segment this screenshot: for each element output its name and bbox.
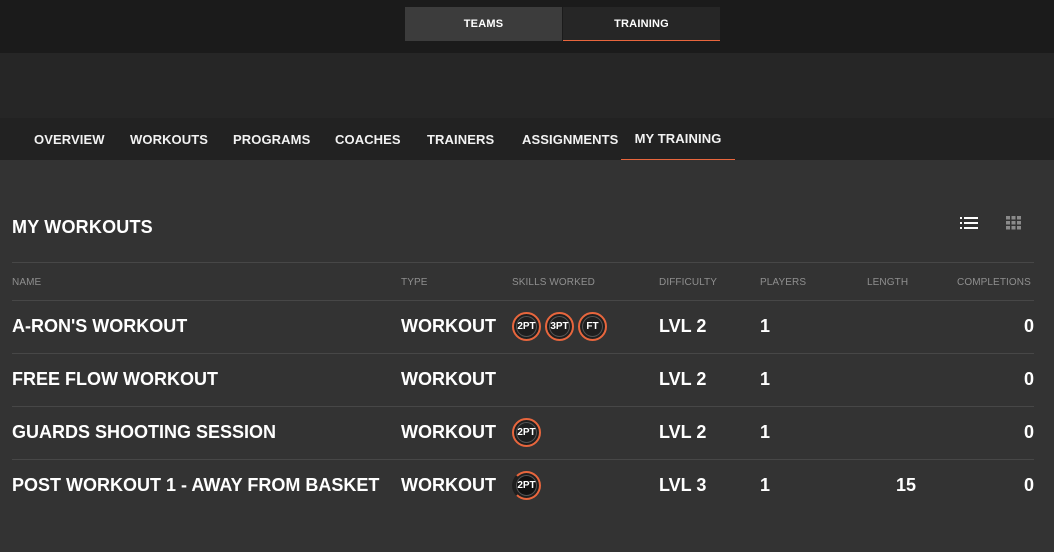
col-header-players: PLAYERS — [760, 277, 807, 288]
grid-view-button[interactable] — [1002, 212, 1024, 234]
workout-players: 1 — [760, 475, 771, 495]
workout-length — [860, 300, 916, 353]
workout-type: WORKOUT — [401, 316, 496, 336]
col-header-name: NAME — [12, 277, 42, 288]
tab-training[interactable]: TRAINING — [563, 7, 720, 41]
col-header-difficulty: DIFFICULTY — [659, 277, 718, 288]
skill-badge-3pt: 3PT — [545, 312, 574, 341]
workout-completions: 0 — [1023, 316, 1034, 336]
workout-completions: 0 — [1023, 475, 1034, 495]
workout-completions: 0 — [1023, 369, 1034, 389]
workout-players: 1 — [760, 316, 771, 336]
workout-length — [860, 406, 916, 459]
skills-worked: 2PT 3PT FT — [512, 300, 607, 353]
divider — [12, 262, 1034, 263]
subnav-my-training[interactable]: MY TRAINING — [621, 118, 735, 160]
skill-badge-2pt: 2PT — [512, 418, 541, 447]
subnav-programs[interactable]: PROGRAMS — [221, 118, 322, 160]
workout-type: WORKOUT — [401, 369, 496, 389]
table-row[interactable]: GUARDS SHOOTING SESSION WORKOUT 2PT LVL … — [0, 406, 1054, 459]
workout-difficulty: LVL 3 — [659, 475, 707, 495]
col-header-length: LENGTH — [867, 277, 909, 288]
workout-difficulty: LVL 2 — [659, 369, 707, 389]
subnav-coaches[interactable]: COACHES — [323, 118, 413, 160]
list-view-button[interactable] — [958, 212, 980, 234]
workout-name[interactable]: GUARDS SHOOTING SESSION — [12, 406, 276, 459]
col-header-skills: SKILLS WORKED — [512, 277, 595, 288]
top-bar: TEAMS TRAINING — [0, 0, 1054, 53]
skill-badge-2pt: 2PT — [512, 471, 541, 500]
workout-name[interactable]: A-RON'S WORKOUT — [12, 300, 187, 353]
workout-length — [860, 353, 916, 406]
skill-badge-ft: FT — [578, 312, 607, 341]
workout-players: 1 — [760, 369, 771, 389]
workout-completions: 0 — [1023, 422, 1034, 442]
table-row[interactable]: FREE FLOW WORKOUT WORKOUT LVL 2 1 0 — [0, 353, 1054, 406]
skill-badge-2pt: 2PT — [512, 312, 541, 341]
sub-navigation: OVERVIEW WORKOUTS PROGRAMS COACHES TRAIN… — [0, 118, 1054, 160]
page-title: MY WORKOUTS — [12, 217, 153, 237]
header-band — [0, 53, 1054, 118]
list-view-icon — [960, 217, 978, 229]
workout-name[interactable]: POST WORKOUT 1 - AWAY FROM BASKET — [12, 459, 379, 512]
workout-players: 1 — [760, 422, 771, 442]
workout-difficulty: LVL 2 — [659, 422, 707, 442]
subnav-overview[interactable]: OVERVIEW — [22, 118, 117, 160]
table-row[interactable]: POST WORKOUT 1 - AWAY FROM BASKET WORKOU… — [0, 459, 1054, 512]
table-row[interactable]: A-RON'S WORKOUT WORKOUT 2PT 3PT FT LVL 2… — [0, 300, 1054, 353]
workout-type: WORKOUT — [401, 422, 496, 442]
subnav-workouts[interactable]: WORKOUTS — [118, 118, 220, 160]
skills-worked: 2PT — [512, 406, 541, 459]
subnav-trainers[interactable]: TRAINERS — [415, 118, 506, 160]
subnav-assignments[interactable]: ASSIGNMENTS — [510, 118, 630, 160]
tab-teams[interactable]: TEAMS — [405, 7, 562, 41]
col-header-type: TYPE — [401, 277, 428, 288]
workout-difficulty: LVL 2 — [659, 316, 707, 336]
workout-length: 15 — [895, 475, 916, 495]
col-header-completions: COMPLETIONS — [957, 277, 1031, 288]
workout-name[interactable]: FREE FLOW WORKOUT — [12, 353, 218, 406]
workout-type: WORKOUT — [401, 475, 496, 495]
grid-view-icon — [1005, 216, 1021, 230]
skills-worked: 2PT — [512, 459, 541, 512]
